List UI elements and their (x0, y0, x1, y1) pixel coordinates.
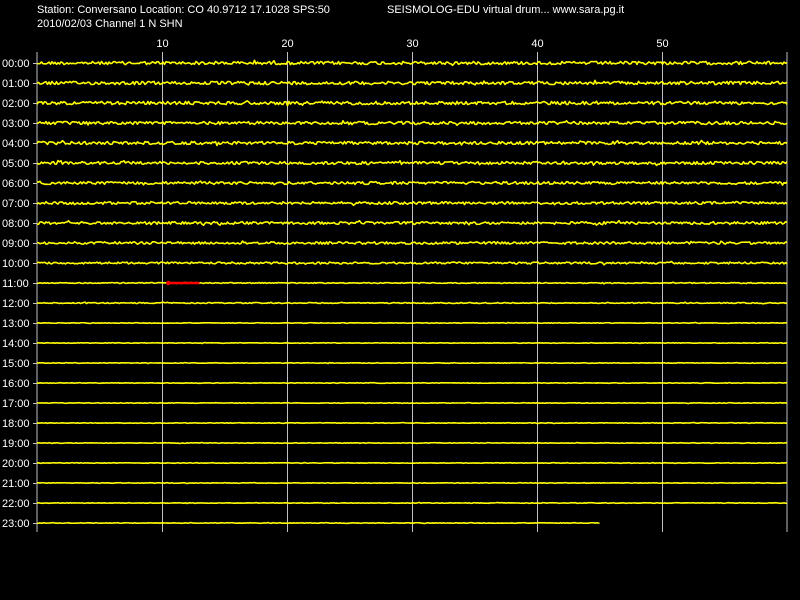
row-time-label: 03:00 (2, 118, 30, 130)
row-time-label: 05:00 (2, 158, 30, 170)
row-time-label: 08:00 (2, 218, 30, 230)
row-time-label: 00:00 (2, 58, 30, 70)
row-time-label: 07:00 (2, 198, 30, 210)
row-time-label: 10:00 (2, 258, 30, 270)
trace-1700 (36, 401, 788, 405)
x-tick-label: 30 (406, 38, 418, 50)
row-time-label: 18:00 (2, 418, 30, 430)
trace-2000 (36, 461, 788, 465)
row-time-label: 16:00 (2, 378, 30, 390)
x-tick-labels: 10 20 30 40 50 (156, 38, 668, 50)
trace-1200 (36, 301, 788, 305)
row-time-label: 12:00 (2, 298, 30, 310)
trace-1400 (36, 341, 788, 345)
trace-1600 (36, 381, 788, 385)
row-time-label: 06:00 (2, 178, 30, 190)
row-time-label: 19:00 (2, 438, 30, 450)
row-time-label: 22:00 (2, 498, 30, 510)
row-time-label: 23:00 (2, 518, 30, 530)
event-markers (166, 280, 200, 286)
row-time-labels: 00:00 01:00 02:00 03:00 04:00 05:00 06:00 07:00… (2, 58, 30, 530)
trace-1500 (36, 361, 788, 365)
trace-2100 (36, 481, 788, 485)
trace-1300 (36, 321, 788, 325)
row-time-label: 20:00 (2, 458, 30, 470)
row-time-label: 17:00 (2, 398, 30, 410)
seismogram-drum: 10 20 30 40 50 00:00 01:00 02:00 03:00 04:00 05:0… (2, 38, 788, 532)
row-time-label: 04:00 (2, 138, 30, 150)
row-time-label: 13:00 (2, 318, 30, 330)
x-tick-label: 20 (281, 38, 293, 50)
row-time-label: 11:00 (2, 278, 29, 290)
x-tick-label: 40 (531, 38, 543, 50)
row-time-label: 21:00 (2, 478, 30, 490)
row-time-label: 09:00 (2, 238, 30, 250)
x-tick-label: 10 (156, 38, 168, 50)
event-marker-start (166, 280, 171, 286)
trace-2300 (36, 521, 600, 525)
x-tick-label: 50 (656, 38, 668, 50)
trace-2200 (36, 501, 788, 505)
row-time-label: 14:00 (2, 338, 30, 350)
trace-1100 (36, 281, 788, 285)
row-time-label: 01:00 (2, 78, 30, 90)
row-time-label: 15:00 (2, 358, 30, 370)
trace-1900 (36, 441, 788, 445)
trace-1800 (36, 421, 788, 425)
row-time-label: 02:00 (2, 98, 30, 110)
